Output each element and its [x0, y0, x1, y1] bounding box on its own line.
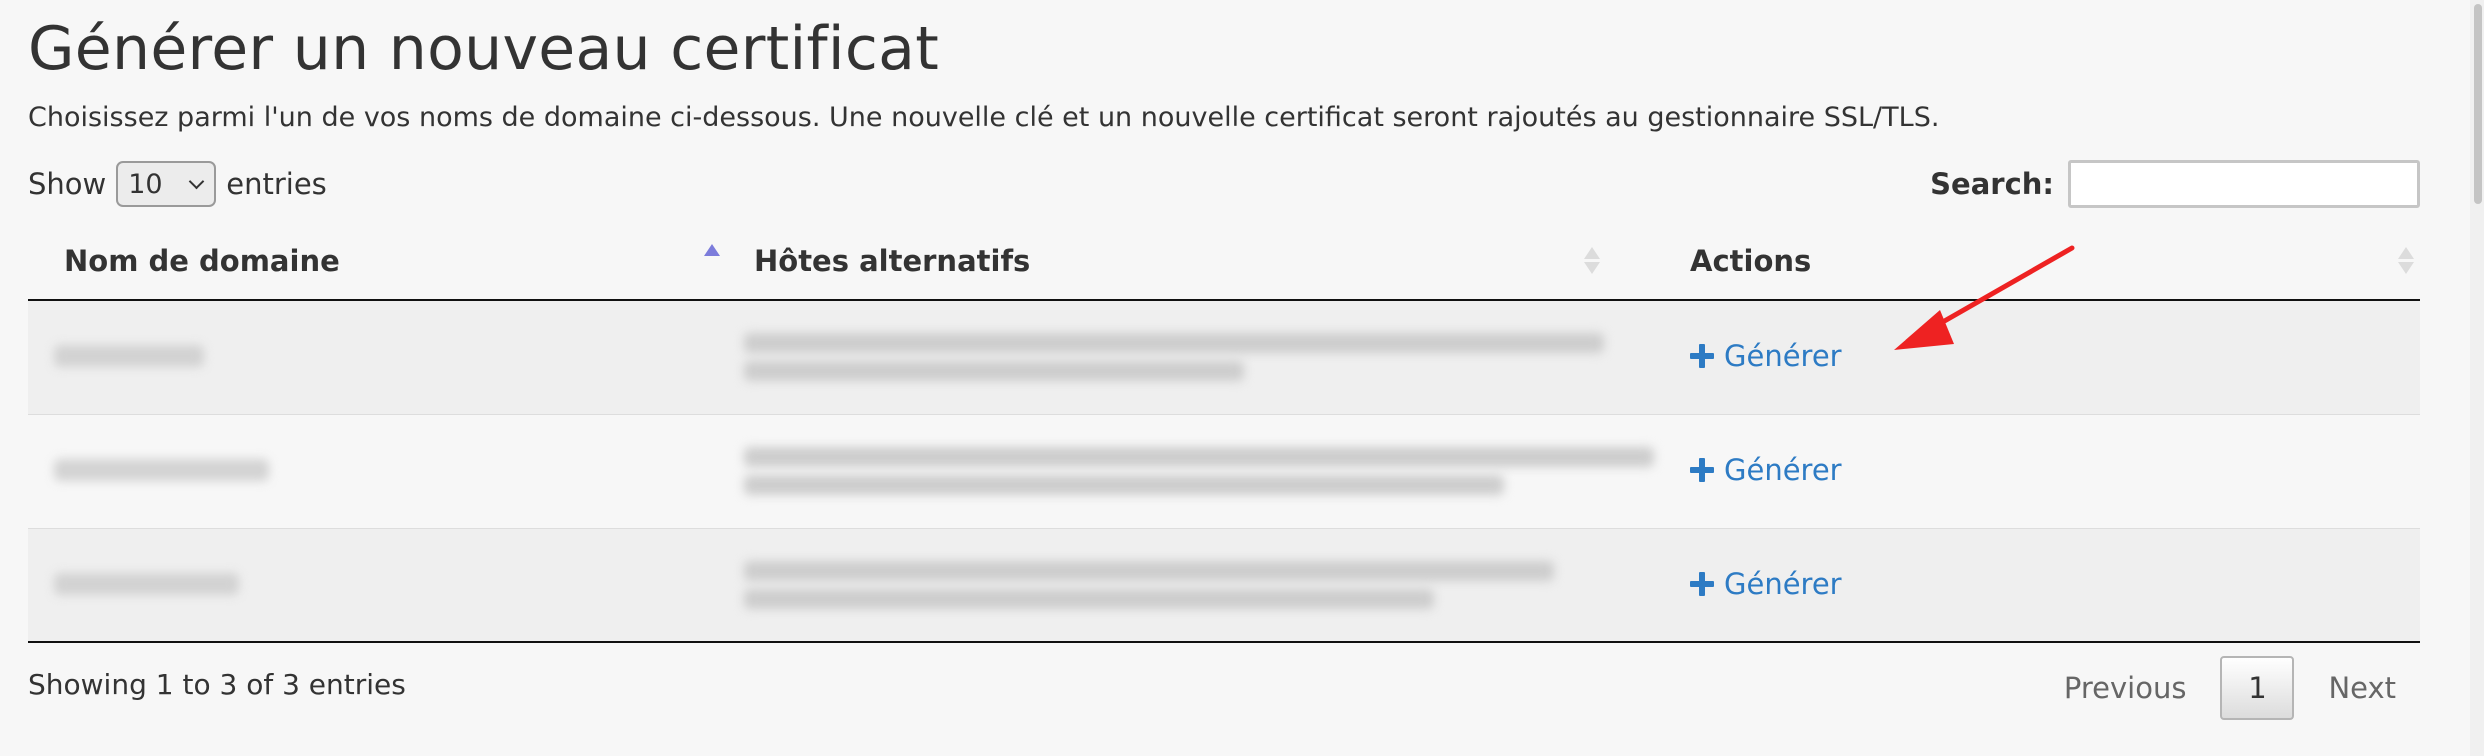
blurred-domain	[54, 459, 269, 481]
vertical-scrollbar[interactable]	[2470, 0, 2484, 756]
generate-label: Générer	[1724, 339, 1842, 374]
pagination: Previous 1 Next	[2040, 655, 2420, 721]
blurred-alt-hosts	[744, 447, 1654, 467]
search-input[interactable]	[2068, 160, 2420, 208]
column-header-domain[interactable]: Nom de domaine	[28, 222, 720, 301]
column-header-actions-label: Actions	[1690, 243, 1812, 278]
generate-button[interactable]: Générer	[1690, 567, 1842, 601]
column-header-actions[interactable]: Actions	[1654, 222, 2420, 301]
page-button-current[interactable]: 1	[2220, 656, 2295, 720]
blurred-alt-hosts	[744, 588, 1434, 609]
domain-cell	[28, 413, 718, 528]
column-header-alt-hosts[interactable]: Hôtes alternatifs	[718, 222, 1654, 301]
alt-hosts-cell	[718, 413, 1654, 528]
page-title: Générer un nouveau certificat	[28, 14, 940, 84]
sort-both-icon	[2398, 244, 2414, 278]
search-control: Search:	[1930, 159, 2420, 209]
column-header-alt-hosts-label: Hôtes alternatifs	[754, 243, 1031, 278]
entries-select[interactable]: 10	[116, 161, 217, 207]
sort-ascending-icon	[704, 242, 720, 276]
blurred-domain	[54, 345, 204, 368]
domain-cell	[28, 299, 718, 414]
domains-table: Nom de domaine Hôtes alternatifs Actions	[28, 222, 2420, 643]
blurred-domain	[54, 572, 239, 595]
table-row: Générer	[28, 413, 2420, 528]
table-header-row: Nom de domaine Hôtes alternatifs Actions	[28, 222, 2420, 301]
table-row: Générer	[28, 527, 2420, 643]
column-header-domain-label: Nom de domaine	[64, 243, 340, 278]
previous-button[interactable]: Previous	[2040, 655, 2211, 721]
show-label: Show	[28, 167, 107, 201]
blurred-alt-hosts	[744, 333, 1604, 354]
actions-cell: Générer	[1654, 527, 2420, 643]
entries-label: entries	[226, 167, 327, 201]
alt-hosts-cell	[718, 299, 1654, 414]
actions-cell: Générer	[1654, 413, 2420, 528]
table-row: Générer	[28, 299, 2420, 414]
generate-button[interactable]: Générer	[1690, 453, 1842, 487]
entries-length-control: Show 10 entries	[28, 159, 327, 209]
alt-hosts-cell	[718, 527, 1654, 643]
entries-select-value: 10	[128, 168, 163, 200]
actions-cell: Générer	[1654, 299, 2420, 414]
page-subtitle: Choisissez parmi l'un de vos noms de dom…	[28, 102, 1940, 133]
blurred-alt-hosts	[744, 361, 1244, 382]
table-info: Showing 1 to 3 of 3 entries	[28, 668, 406, 701]
generate-label: Générer	[1724, 453, 1842, 487]
blurred-alt-hosts	[744, 475, 1504, 495]
sort-both-icon	[1584, 244, 1600, 278]
table-controls: Show 10 entries Search:	[28, 159, 2420, 209]
scrollbar-thumb[interactable]	[2474, 4, 2482, 204]
blurred-alt-hosts	[744, 560, 1554, 581]
plus-icon	[1690, 344, 1714, 369]
next-button[interactable]: Next	[2304, 655, 2420, 721]
search-label: Search:	[1930, 167, 2054, 201]
chevron-down-icon	[188, 173, 205, 189]
plus-icon	[1690, 571, 1714, 596]
plus-icon	[1690, 458, 1714, 482]
generate-label: Générer	[1724, 566, 1842, 601]
generate-button[interactable]: Générer	[1690, 339, 1842, 373]
domain-cell	[28, 527, 718, 643]
